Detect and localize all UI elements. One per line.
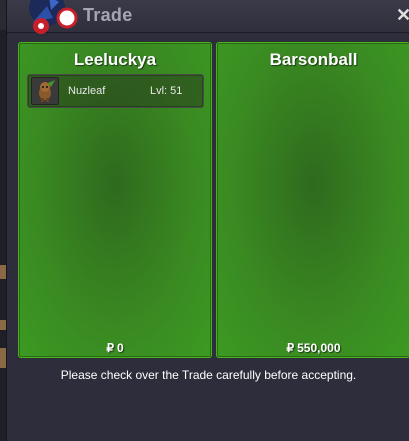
nuzleaf-sprite-icon bbox=[31, 77, 59, 105]
money-amount: 550,000 bbox=[297, 341, 341, 355]
window-title: Trade bbox=[83, 5, 133, 25]
trade-window: Trade ✕ Leeluckya Nuzleaf Lvl: 51 ₽0 Bar… bbox=[6, 0, 409, 441]
money-offer-right: ₽550,000 bbox=[217, 341, 409, 355]
trader-name-left: Leeluckya bbox=[73, 50, 157, 69]
trader-name-right: Barsonball bbox=[269, 50, 358, 69]
money-offer-left: ₽0 bbox=[19, 341, 211, 355]
money-amount: 0 bbox=[116, 341, 124, 355]
trade-logo-icon bbox=[29, 0, 78, 34]
pokemon-name: Nuzleaf bbox=[68, 85, 106, 97]
trade-panel-right: Barsonball ₽550,000 bbox=[216, 42, 409, 358]
trade-notice: Please check over the Trade carefully be… bbox=[60, 368, 357, 382]
trade-panel-left: Leeluckya Nuzleaf Lvl: 51 ₽0 bbox=[18, 42, 212, 358]
close-button[interactable]: ✕ bbox=[396, 5, 409, 25]
pokemon-level: Lvl: 51 bbox=[150, 85, 183, 97]
currency-symbol: ₽ bbox=[106, 341, 114, 355]
window-titlebar[interactable]: Trade ✕ bbox=[7, 0, 409, 34]
offered-pokemon-slot[interactable]: Nuzleaf Lvl: 51 bbox=[27, 74, 204, 108]
currency-symbol: ₽ bbox=[286, 341, 295, 355]
